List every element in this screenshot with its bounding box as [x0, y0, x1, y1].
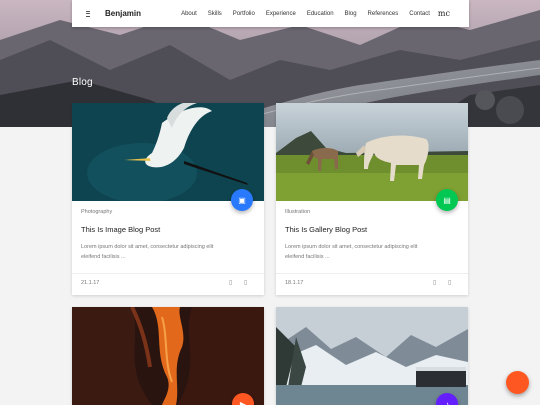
nav-link-about[interactable]: About — [181, 11, 197, 17]
comment-icon[interactable]: ▯ — [433, 279, 436, 286]
excerpt-line: Lorem ipsum dolor sit amet, consectetur … — [285, 244, 418, 250]
video-icon: ▶ — [239, 399, 247, 405]
image-icon: ▣ — [238, 195, 246, 205]
excerpt-line: Lorem ipsum dolor sit amet, consectetur … — [81, 244, 214, 250]
post-excerpt: Lorem ipsum dolor sit amet, consectetur … — [285, 242, 455, 262]
post-title[interactable]: This Is Image Blog Post — [81, 225, 160, 234]
canyon-image — [72, 307, 264, 405]
post-title[interactable]: This Is Gallery Blog Post — [285, 225, 367, 234]
card-divider — [72, 273, 264, 274]
post-date: 21.1.17 — [81, 280, 100, 286]
floating-action-button[interactable] — [506, 371, 529, 394]
blog-card[interactable]: ▣ Photography This Is Image Blog Post Lo… — [72, 103, 264, 295]
post-date: 18.1.17 — [285, 280, 304, 286]
egret-image — [72, 103, 264, 201]
hamburger-icon[interactable] — [83, 9, 93, 19]
post-category[interactable]: Illustration — [285, 209, 310, 215]
site-logo[interactable]: mc — [438, 9, 450, 18]
share-icon[interactable]: ▯ — [244, 279, 247, 286]
post-excerpt: Lorem ipsum dolor sit amet, consectetur … — [81, 242, 251, 262]
top-navbar: Benjamin About Skills Portfolio Experien… — [72, 0, 469, 27]
nav-link-portfolio[interactable]: Portfolio — [233, 11, 255, 17]
blog-card[interactable]: ▶ — [72, 307, 264, 405]
blog-card[interactable]: ♪ — [276, 307, 468, 405]
nav-link-references[interactable]: References — [368, 11, 399, 17]
audio-icon: ♪ — [445, 399, 449, 405]
brand-name[interactable]: Benjamin — [105, 9, 141, 18]
post-type-fab[interactable]: ▤ — [436, 189, 458, 211]
excerpt-line: eleifend facilisis ... — [81, 254, 126, 260]
nav-links: About Skills Portfolio Experience Educat… — [170, 11, 430, 17]
nav-link-contact[interactable]: Contact — [409, 11, 430, 17]
nav-link-education[interactable]: Education — [307, 11, 334, 17]
comment-icon[interactable]: ▯ — [229, 279, 232, 286]
nav-link-experience[interactable]: Experience — [266, 11, 296, 17]
gallery-icon: ▤ — [443, 195, 451, 205]
horses-image — [276, 103, 468, 201]
post-type-fab[interactable]: ▣ — [231, 189, 253, 211]
share-icon[interactable]: ▯ — [448, 279, 451, 286]
nav-link-skills[interactable]: Skills — [208, 11, 222, 17]
post-category[interactable]: Photography — [81, 209, 112, 215]
blog-card[interactable]: ▤ Illustration This Is Gallery Blog Post… — [276, 103, 468, 295]
excerpt-line: eleifend facilisis ... — [285, 254, 330, 260]
card-divider — [276, 273, 468, 274]
page-title: Blog — [72, 77, 93, 88]
nav-link-blog[interactable]: Blog — [345, 11, 357, 17]
lake-mountains-image — [276, 307, 468, 405]
